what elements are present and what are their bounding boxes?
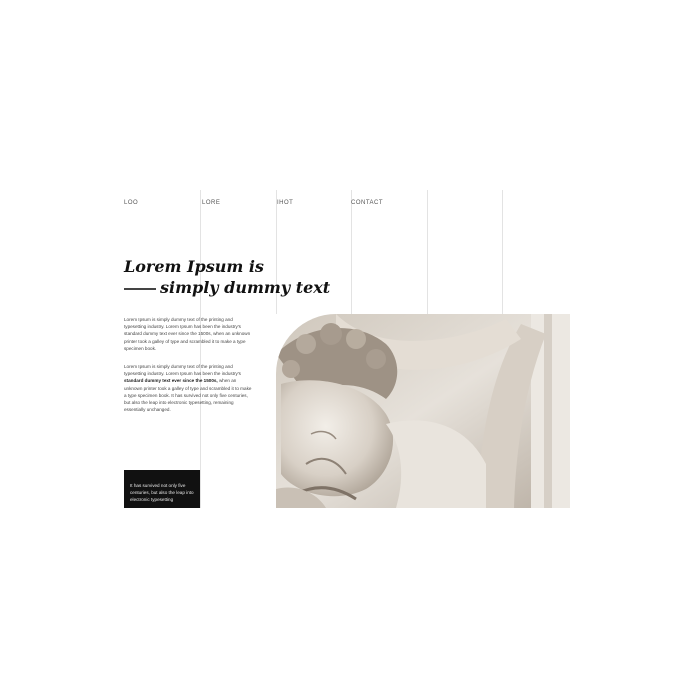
grid-line [502, 190, 503, 314]
grid-line [351, 190, 352, 314]
statue-photo [276, 314, 570, 508]
page-title: Lorem Ipsum is simply dummy text [124, 256, 330, 298]
page: Loo Lore Ihot Contact Lorem Ipsum is sim… [0, 0, 700, 700]
nav-link-lore[interactable]: Lore [202, 200, 220, 206]
nav-link-ihot[interactable]: Ihot [277, 200, 293, 206]
cta-box[interactable]: It has survived not only five centuries,… [124, 470, 200, 508]
nav-link-contact[interactable]: Contact [351, 200, 383, 206]
nav-link-home[interactable]: Loo [124, 200, 138, 206]
body-lead: Lorem Ipsum is simply dummy text of the … [124, 364, 241, 377]
title-line-1: Lorem Ipsum is [124, 257, 264, 276]
body-bold: standard dummy text ever since the 1500s… [124, 378, 218, 384]
body-paragraph: Lorem Ipsum is simply dummy text of the … [124, 363, 252, 413]
cta-text: It has survived not only five centuries,… [130, 483, 194, 502]
title-line-2: simply dummy text [124, 277, 330, 298]
grid-line [427, 190, 428, 314]
intro-paragraph: Lorem Ipsum is simply dummy text of the … [124, 317, 251, 351]
body-rest: when an unknown printer took a galley of… [124, 378, 252, 413]
hero-image [276, 314, 570, 508]
